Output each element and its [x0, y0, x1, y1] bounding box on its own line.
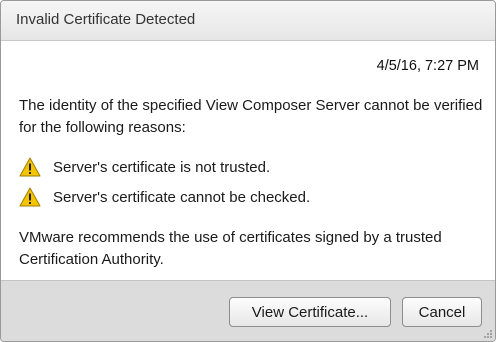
cancel-button[interactable]: Cancel [402, 297, 482, 327]
reason-item: Server's certificate is not trusted. [19, 156, 270, 178]
message-text: The identity of the specified View Compo… [19, 97, 483, 136]
warning-icon [19, 157, 41, 177]
reason-text: Server's certificate cannot be checked. [53, 188, 311, 206]
resize-grip-icon[interactable] [483, 329, 493, 339]
timestamp: 4/5/16, 7:27 PM [376, 58, 479, 74]
dialog-title: Invalid Certificate Detected [16, 11, 196, 28]
dialog-titlebar[interactable]: Invalid Certificate Detected [1, 1, 495, 41]
view-certificate-button[interactable]: View Certificate... [229, 297, 391, 327]
recommendation-text: VMware recommends the use of certificate… [19, 229, 442, 268]
dialog-footer: View Certificate... Cancel [1, 280, 495, 341]
warning-icon [19, 187, 41, 207]
reason-text: Server's certificate is not trusted. [53, 158, 271, 176]
invalid-certificate-dialog: Invalid Certificate Detected 4/5/16, 7:2… [0, 0, 496, 342]
reason-item: Server's certificate cannot be checked. [19, 186, 310, 208]
